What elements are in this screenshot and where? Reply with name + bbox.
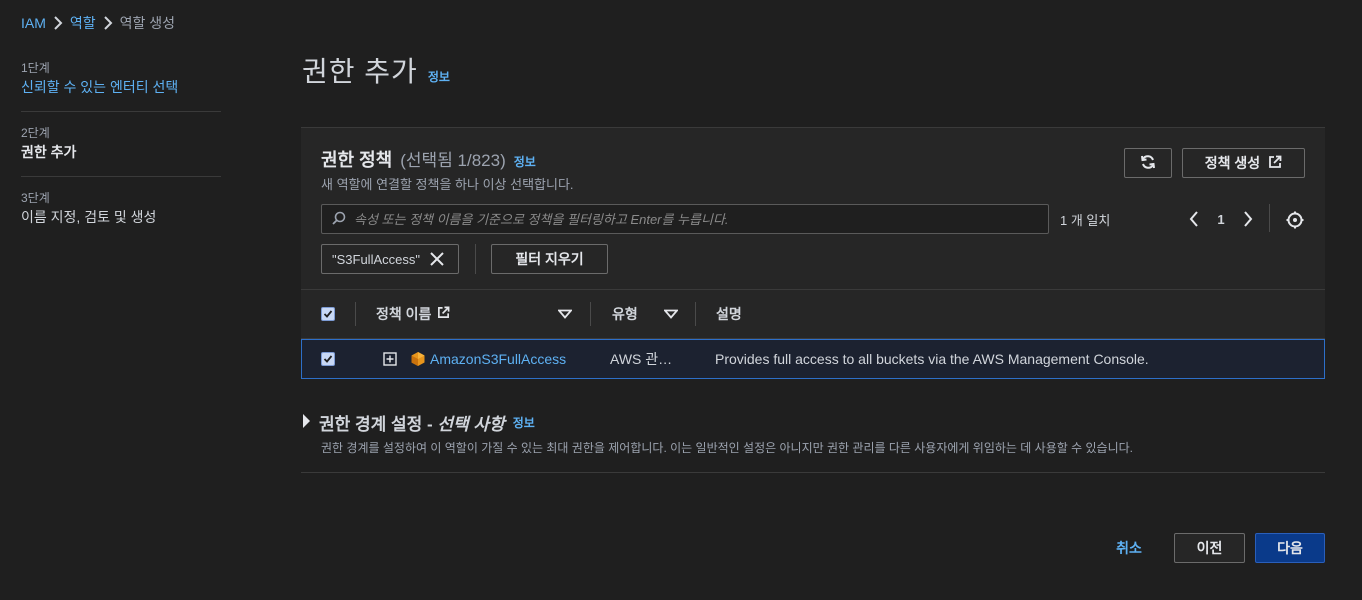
column-divider: [695, 302, 696, 326]
pagination: 1: [1179, 206, 1263, 232]
policy-name-link[interactable]: AmazonS3FullAccess: [430, 340, 566, 378]
close-icon: [430, 252, 444, 266]
aws-managed-policy-icon: [410, 340, 426, 378]
sort-type-button[interactable]: [663, 306, 679, 322]
selected-count: (선택됨 1/823): [400, 151, 506, 170]
previous-page-button[interactable]: [1179, 206, 1209, 232]
row-checkbox[interactable]: [321, 352, 335, 366]
row-select-cell: [321, 340, 335, 378]
previous-button[interactable]: 이전: [1174, 533, 1245, 563]
step-1: 1단계 신뢰할 수 있는 엔터티 선택: [21, 60, 221, 112]
filter-token-label: "S3FullAccess": [332, 251, 420, 267]
match-count: 1 개 일치: [1060, 213, 1111, 228]
clear-filters-button[interactable]: 필터 지우기: [491, 244, 608, 274]
breadcrumb-create-role: 역할 생성: [119, 15, 176, 31]
policy-type: AWS 관…: [610, 351, 673, 367]
gear-icon: [1286, 211, 1304, 229]
sort-name-button[interactable]: [557, 306, 573, 322]
remove-filter-button[interactable]: [430, 252, 444, 266]
step-title-select-trusted-entity[interactable]: 신뢰할 수 있는 엔터티 선택: [21, 76, 221, 98]
current-page[interactable]: 1: [1209, 212, 1233, 227]
chevron-right-icon: [96, 13, 120, 33]
chevron-right-icon: [1244, 211, 1253, 227]
boundary-info-link[interactable]: 정보: [513, 414, 535, 431]
column-divider: [355, 302, 356, 326]
step-title-add-permissions: 권한 추가: [21, 144, 77, 160]
page-info-link[interactable]: 정보: [428, 68, 450, 85]
select-all-cell: [321, 290, 335, 338]
column-header-policy-name[interactable]: 정책 이름: [376, 290, 450, 338]
breadcrumb-roles[interactable]: 역할: [70, 13, 96, 33]
chevron-right-icon: [46, 13, 70, 33]
boundary-title-text: 권한 경계 설정 -: [319, 415, 438, 434]
table-row[interactable]: AmazonS3FullAccess AWS 관… Provides full …: [301, 339, 1325, 379]
policy-search-input[interactable]: [354, 211, 1034, 227]
wizard-steps: 1단계 신뢰할 수 있는 엔터티 선택 2단계 권한 추가 3단계 이름 지정,…: [21, 60, 221, 254]
policy-search-field[interactable]: [321, 204, 1049, 234]
step-number: 2단계: [21, 126, 50, 140]
table-preferences-button[interactable]: [1283, 208, 1307, 232]
permission-policies-panel: 권한 정책 (선택됨 1/823) 정보 새 역할에 연결할 정책을 하나 이상…: [301, 127, 1325, 379]
boundary-optional: 선택 사항: [437, 415, 505, 434]
next-button[interactable]: 다음: [1255, 533, 1325, 563]
permissions-boundary-toggle[interactable]: 권한 경계 설정 - 선택 사항 정보: [301, 410, 1325, 435]
column-divider: [590, 302, 591, 326]
step-title-name-review-create: 이름 지정, 검토 및 생성: [21, 209, 157, 225]
create-policy-button[interactable]: 정책 생성: [1182, 148, 1305, 178]
column-header-type[interactable]: 유형: [612, 290, 638, 338]
next-page-button[interactable]: [1233, 206, 1263, 232]
policy-description: Provides full access to all buckets via …: [715, 351, 1149, 367]
search-icon: [332, 211, 346, 228]
expand-row-button[interactable]: [383, 340, 397, 378]
divider: [301, 472, 1325, 473]
breadcrumb-iam[interactable]: IAM: [21, 15, 46, 31]
column-header-description: 설명: [716, 306, 742, 322]
refresh-button[interactable]: [1124, 148, 1172, 178]
column-label: 정책 이름: [376, 306, 432, 322]
page-header: 권한 추가 정보: [302, 50, 450, 90]
boundary-description: 권한 경계를 설정하여 이 역할이 가질 수 있는 최대 권한을 제어합니다. …: [321, 441, 1133, 455]
panel-description: 새 역할에 연결할 정책을 하나 이상 선택합니다.: [321, 177, 574, 192]
boundary-title: 권한 경계 설정 - 선택 사항: [319, 410, 505, 435]
page-title: 권한 추가: [302, 56, 418, 87]
external-link-icon: [1268, 155, 1282, 172]
refresh-icon: [1140, 154, 1156, 173]
step-2: 2단계 권한 추가: [21, 125, 221, 177]
panel-title: 권한 정책: [321, 150, 393, 170]
external-link-icon: [437, 306, 450, 322]
caret-down-icon: [664, 309, 678, 319]
divider: [475, 244, 476, 274]
breadcrumb: IAM 역할 역할 생성: [21, 13, 175, 33]
create-policy-label: 정책 생성: [1204, 155, 1261, 171]
permissions-boundary-section: 권한 경계 설정 - 선택 사항 정보 권한 경계를 설정하여 이 역할이 가질…: [301, 410, 1325, 456]
expand-plus-icon: [383, 352, 397, 366]
checkmark-icon: [323, 355, 333, 363]
caret-down-icon: [558, 309, 572, 319]
caret-right-icon: [301, 413, 311, 432]
table-header: 정책 이름 유형 설명: [301, 289, 1325, 339]
filter-token: "S3FullAccess": [321, 244, 459, 274]
checkmark-icon: [323, 310, 333, 318]
select-all-checkbox[interactable]: [321, 307, 335, 321]
step-number: 1단계: [21, 61, 50, 75]
panel-header: 권한 정책 (선택됨 1/823) 정보 새 역할에 연결할 정책을 하나 이상…: [321, 146, 574, 193]
policies-info-link[interactable]: 정보: [514, 153, 536, 170]
step-number: 3단계: [21, 191, 50, 205]
divider: [1269, 204, 1270, 232]
step-3: 3단계 이름 지정, 검토 및 생성: [21, 190, 221, 241]
chevron-left-icon: [1189, 211, 1198, 227]
cancel-button[interactable]: 취소: [1104, 533, 1154, 563]
